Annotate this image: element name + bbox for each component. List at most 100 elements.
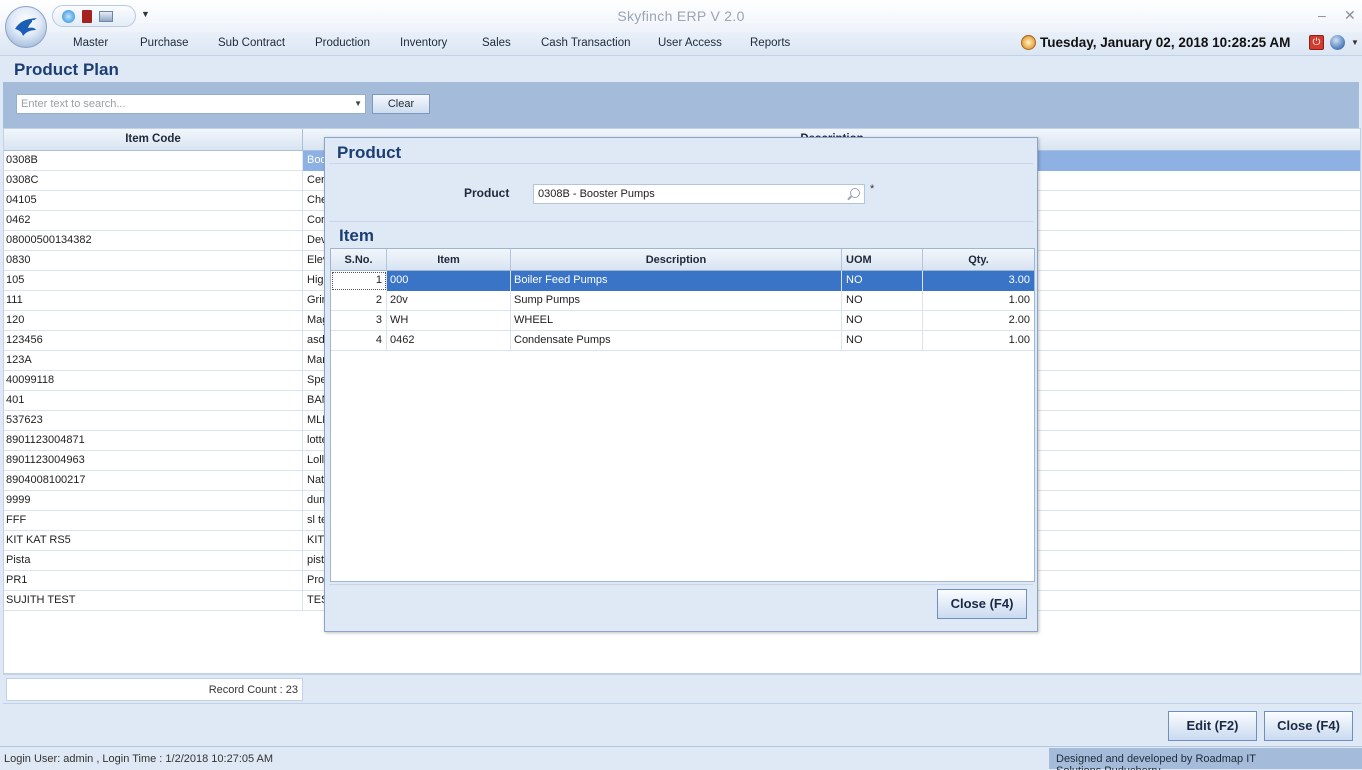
menu-reports[interactable]: Reports (750, 37, 790, 49)
search-icon[interactable] (850, 188, 860, 198)
description-cell: Lolli (307, 454, 325, 466)
description-cell: Che (307, 194, 325, 206)
uom-cell: NO (842, 271, 923, 291)
qty-cell: 1.00 (1008, 334, 1030, 346)
column-divider (302, 471, 303, 491)
divider (329, 221, 1033, 222)
divider (329, 163, 1033, 164)
item-code-cell: 401 (6, 394, 25, 406)
description-cell: BAN (307, 394, 325, 406)
sno-cell: 3 (331, 311, 387, 331)
description-cell: Grin (307, 294, 325, 306)
login-info: Login User: admin , Login Time : 1/2/201… (4, 753, 274, 765)
description-cell: Cer (307, 174, 325, 186)
app-menu-button[interactable] (5, 6, 47, 48)
column-header-uom[interactable]: UOM (842, 249, 923, 271)
column-divider (302, 129, 303, 151)
dialog-close-button[interactable]: Close (F4) (937, 589, 1027, 619)
item-code-cell: 537623 (6, 414, 43, 426)
menu-inventory[interactable]: Inventory (400, 37, 447, 49)
item-code-cell: Pista (6, 554, 31, 566)
item-code-cell: 111 (6, 294, 23, 306)
item-code-cell: 40099118 (6, 374, 55, 386)
chevron-down-icon[interactable]: ▼ (1351, 38, 1359, 47)
description-cell: Mag (307, 314, 325, 326)
menu-bar: Master Purchase Sub Contract Production … (0, 32, 1362, 56)
item-row[interactable]: 1 000 Boiler Feed Pumps NO 3.00 (331, 271, 1034, 291)
clock-icon (1021, 35, 1036, 50)
column-header-description[interactable]: Description (511, 249, 842, 271)
clear-button[interactable]: Clear (372, 94, 430, 114)
product-dialog: Product Product 0308B - Booster Pumps * … (324, 137, 1038, 632)
description-cell: Boiler Feed Pumps (511, 271, 842, 291)
item-code-cell: PR1 (6, 574, 28, 586)
description-cell: High (307, 274, 325, 286)
column-header-sno[interactable]: S.No. (331, 249, 387, 271)
column-divider (302, 171, 303, 191)
menu-master[interactable]: Master (73, 37, 108, 49)
app-title: Skyfinch ERP V 2.0 (617, 8, 745, 24)
item-row[interactable]: 2 20v Sump Pumps NO 1.00 (331, 291, 1034, 311)
column-divider (302, 231, 303, 251)
item-code-cell: 105 (6, 274, 25, 286)
item-code-cell: 0462 (6, 214, 31, 226)
menu-sub-contract[interactable]: Sub Contract (218, 37, 285, 49)
menu-sales[interactable]: Sales (482, 37, 511, 49)
product-field[interactable]: 0308B - Booster Pumps (533, 184, 865, 204)
item-cell: 000 (387, 271, 511, 291)
menu-user-access[interactable]: User Access (658, 37, 722, 49)
description-cell: Cor (307, 214, 325, 226)
column-divider (302, 591, 303, 611)
column-divider (302, 451, 303, 471)
column-header-item-code[interactable]: Item Code (4, 133, 302, 145)
column-header-item[interactable]: Item (387, 249, 511, 271)
power-icon[interactable]: ⏻ (1309, 35, 1324, 50)
globe-icon[interactable] (1330, 35, 1345, 50)
column-divider (302, 351, 303, 371)
description-cell: lotte (307, 434, 325, 446)
edit-button[interactable]: Edit (F2) (1168, 711, 1257, 741)
dropdown-arrow-icon[interactable]: ▼ (354, 99, 362, 108)
description-cell: asd (307, 334, 325, 346)
column-divider (302, 411, 303, 431)
action-bar: Edit (F2) Close (F4) (3, 703, 1361, 745)
item-code-cell: 123A (6, 354, 32, 366)
item-code-cell: 0308B (6, 154, 38, 166)
item-code-cell: 08000500134382 (6, 234, 92, 246)
sno-cell: 2 (331, 291, 387, 311)
sno-cell: 4 (331, 331, 387, 351)
item-code-cell: 0308C (6, 174, 39, 186)
description-cell: Spe (307, 374, 325, 386)
description-cell: Dev (307, 234, 325, 246)
item-code-cell: KIT KAT RS5 (6, 534, 71, 546)
column-divider (302, 531, 303, 551)
description-cell: KIT (307, 534, 325, 546)
column-header-qty[interactable]: Qty. (923, 249, 1034, 271)
developer-credit: Designed and developed by Roadmap IT Sol… (1049, 748, 1362, 770)
description-cell: dum (307, 494, 325, 506)
description-cell: Elev (307, 254, 325, 266)
menu-cash-transaction[interactable]: Cash Transaction (541, 37, 631, 49)
uom-cell: NO (842, 331, 923, 351)
description-cell: Mar (307, 354, 325, 366)
menu-purchase[interactable]: Purchase (140, 37, 189, 49)
record-count: Record Count : 23 (6, 678, 303, 701)
search-input[interactable]: Enter text to search... ▼ (16, 94, 366, 114)
description-cell: pist (307, 554, 325, 566)
item-cell: 20v (387, 291, 511, 311)
close-button[interactable]: Close (F4) (1264, 711, 1353, 741)
item-row[interactable]: 4 0462 Condensate Pumps NO 1.00 (331, 331, 1034, 351)
item-row[interactable]: 3 WH WHEEL NO 2.00 (331, 311, 1034, 331)
close-window-button[interactable]: ✕ (1344, 7, 1356, 24)
column-divider (302, 331, 303, 351)
description-cell: Condensate Pumps (511, 331, 842, 351)
uom-cell: NO (842, 311, 923, 331)
product-label: Product (464, 186, 510, 200)
minimize-button[interactable]: – (1318, 7, 1326, 23)
column-divider (302, 511, 303, 531)
required-marker: * (870, 183, 875, 195)
menu-production[interactable]: Production (315, 37, 370, 49)
item-cell: WH (387, 311, 511, 331)
column-divider (302, 291, 303, 311)
column-divider (302, 271, 303, 291)
